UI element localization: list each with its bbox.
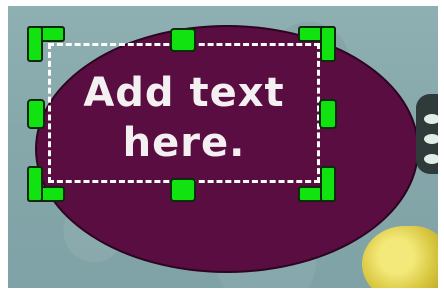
resize-handle-right-icon[interactable] bbox=[319, 99, 337, 129]
resize-handle-bottom-icon[interactable] bbox=[170, 178, 196, 202]
decorative-leaf-shape bbox=[424, 114, 438, 124]
decorative-plant-image bbox=[412, 86, 438, 196]
resize-handle-left-icon[interactable] bbox=[27, 99, 45, 129]
decorative-leaf-shape bbox=[424, 154, 438, 164]
text-box-selection[interactable]: Add text here. bbox=[48, 43, 320, 183]
resize-corner-top-right-icon[interactable] bbox=[298, 26, 336, 62]
resize-corner-bottom-right-icon[interactable] bbox=[298, 166, 336, 202]
decorative-leaf-shape bbox=[424, 134, 438, 144]
text-box-content[interactable]: Add text here. bbox=[51, 68, 317, 168]
slide-canvas[interactable]: Add text here. bbox=[8, 6, 438, 288]
resize-handle-top-icon[interactable] bbox=[170, 28, 196, 52]
resize-corner-top-left-icon[interactable] bbox=[27, 26, 65, 62]
resize-corner-bottom-left-icon[interactable] bbox=[27, 166, 65, 202]
